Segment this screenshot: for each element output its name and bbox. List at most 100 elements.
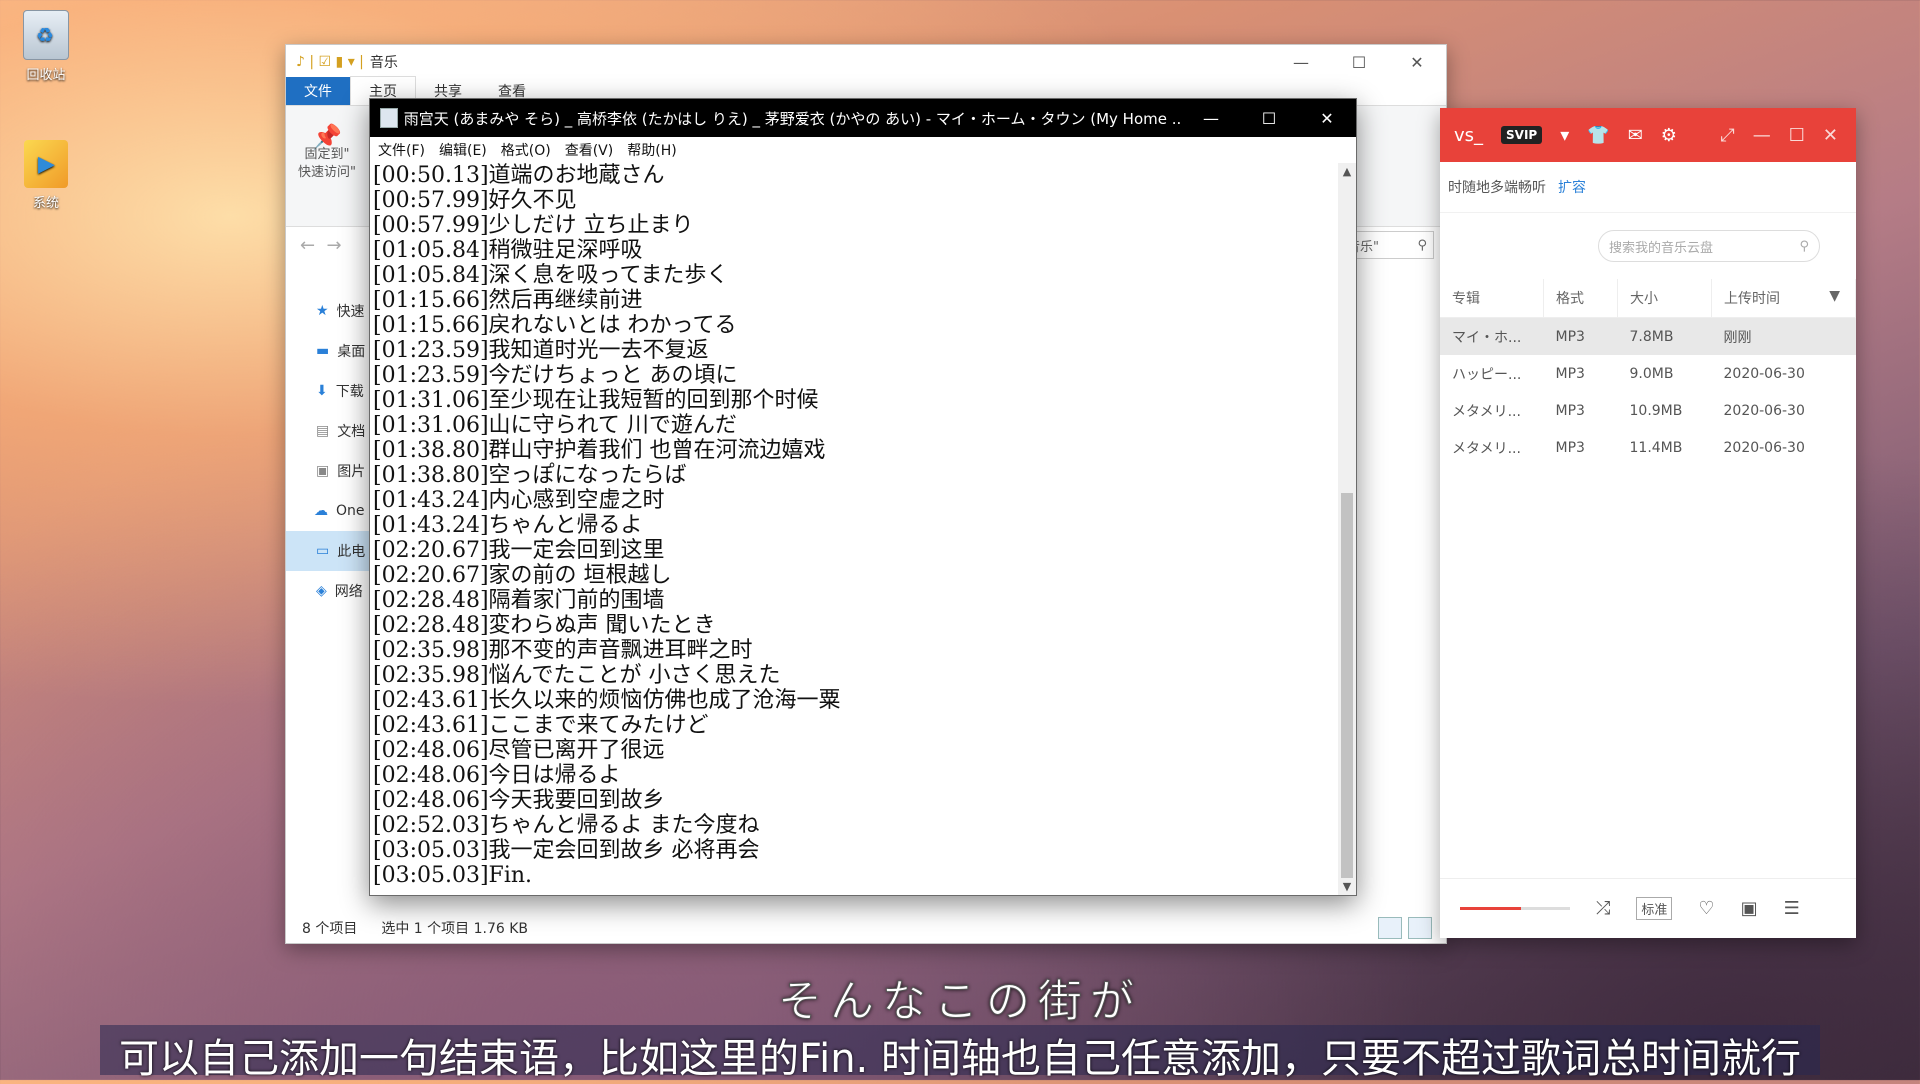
scrollbar-thumb[interactable] <box>1341 493 1353 878</box>
close-button[interactable]: ✕ <box>1298 109 1356 128</box>
menu-help[interactable]: 帮助(H) <box>627 140 676 160</box>
cell-size: 11.4MB <box>1629 439 1683 456</box>
quality-button[interactable]: 标准 <box>1636 897 1673 920</box>
mini-mode-icon[interactable]: ⤢ <box>1720 125 1734 146</box>
details-view-button[interactable] <box>1378 917 1402 939</box>
text-line: [01:31.06]山に守られて 川で遊んだ <box>373 413 737 438</box>
text-line: [01:15.66]然后再继续前进 <box>373 288 643 313</box>
recycle-bin-icon <box>23 10 69 60</box>
text-line: [00:50.13]道端のお地蔵さん <box>373 163 665 188</box>
cell-time: 2020-06-30 <box>1723 439 1805 456</box>
menu-edit[interactable]: 编辑(E) <box>439 140 487 160</box>
column-upload-time[interactable]: 上传时间 ▼ <box>1711 279 1856 318</box>
lyrics-icon[interactable]: ▣ <box>1741 898 1758 919</box>
cell-size: 9.0MB <box>1629 365 1674 382</box>
maximize-button[interactable]: ☐ <box>1240 109 1298 128</box>
table-row[interactable]: メタメリ... MP3 11.4MB 2020-06-30 <box>1440 429 1856 466</box>
sidebar-label: 快速 <box>336 304 365 320</box>
tshirt-icon[interactable]: 👕 <box>1587 125 1609 146</box>
cell-album: メタメリ... <box>1452 403 1521 420</box>
mail-icon[interactable]: ✉ <box>1628 125 1643 146</box>
search-icon: ⚲ <box>1799 238 1809 254</box>
music-app-window: vs_ SVIP ▾ 👕 ✉ ⚙ ⤢ — ☐ ✕ 时随地多端畅听 扩容 搜索我的… <box>1440 108 1856 938</box>
sidebar-label: 图片 <box>337 464 366 480</box>
text-line: [00:57.99]少しだけ 立ち止まり <box>373 213 694 238</box>
sidebar-label: 网络 <box>334 584 363 600</box>
cell-format: MP3 <box>1555 439 1585 456</box>
storage-note-text: 时随地多端畅听 <box>1448 180 1546 196</box>
minimize-button[interactable]: — <box>1182 109 1240 128</box>
menu-file[interactable]: 文件(F) <box>378 140 425 160</box>
desktop-icon-label: 回收站 <box>26 68 66 83</box>
cell-format: MP3 <box>1555 402 1585 419</box>
storage-note: 时随地多端畅听 扩容 <box>1440 162 1856 213</box>
vertical-scrollbar[interactable]: ▲ ▼ <box>1338 163 1356 895</box>
text-line: [02:35.98]那不变的声音飘进耳畔之时 <box>373 638 753 663</box>
gear-icon[interactable]: ⚙ <box>1661 125 1677 146</box>
text-line: [01:38.80]空っぽになったらば <box>373 463 687 488</box>
cell-time: 刚刚 <box>1711 317 1856 355</box>
cell-size: 7.8MB <box>1617 317 1712 355</box>
sidebar-label: 文档 <box>337 424 366 440</box>
account-name[interactable]: vs_ <box>1454 125 1483 146</box>
table-row[interactable]: メタメリ... MP3 10.9MB 2020-06-30 <box>1440 392 1856 429</box>
status-bar: 8 个项目 选中 1 个项目 1.76 KB <box>286 913 1446 943</box>
text-line: [01:23.59]今だけちょっと あの頃に <box>373 363 738 388</box>
computer-icon: ▭ <box>316 543 330 559</box>
back-arrow-icon[interactable]: ← <box>300 235 315 256</box>
cell-album: マイ・ホ... <box>1440 317 1544 355</box>
cell-album: ハッピー... <box>1452 366 1522 383</box>
desktop-icon-system[interactable]: 系统 <box>6 140 86 211</box>
text-line: [02:35.98]悩んでたことが 小さく思えた <box>373 663 781 688</box>
forward-arrow-icon[interactable]: → <box>327 235 342 256</box>
effects-icon[interactable]: ♡ <box>1698 898 1714 919</box>
text-line: [02:20.67]家の前の 垣根越し <box>373 563 672 588</box>
chevron-down-icon[interactable]: ▾ <box>1560 125 1569 146</box>
menu-format[interactable]: 格式(O) <box>501 140 551 160</box>
sort-down-icon[interactable]: ▼ <box>1829 288 1840 304</box>
sidebar-label: 桌面 <box>337 344 366 360</box>
cell-size: 10.9MB <box>1629 402 1683 419</box>
large-icons-view-button[interactable] <box>1408 917 1432 939</box>
pin-label-2: 快速访问" <box>298 165 356 180</box>
text-line: [01:43.24]内心感到空虚之时 <box>373 488 665 513</box>
minimize-icon[interactable]: — <box>1753 125 1771 146</box>
text-line: [01:05.84]深く息を吸ってまた歩く <box>373 263 729 288</box>
desktop-icon-recycle-bin[interactable]: 回收站 <box>6 10 86 83</box>
maximize-button[interactable]: ☐ <box>1330 53 1388 72</box>
scroll-down-arrow-icon[interactable]: ▼ <box>1338 880 1356 893</box>
column-album[interactable]: 专辑 <box>1440 279 1544 318</box>
explorer-titlebar: ♪ | ☑ ▮ ▾ | 音乐 — ☐ ✕ <box>286 45 1446 79</box>
text-line: [02:52.03]ちゃんと帰るよ また今度ね <box>373 813 760 838</box>
maximize-icon[interactable]: ☐ <box>1789 125 1805 146</box>
table-row[interactable]: ハッピー... MP3 9.0MB 2020-06-30 <box>1440 355 1856 392</box>
minimize-button[interactable]: — <box>1272 53 1330 72</box>
desktop-icon: ▬ <box>316 343 330 359</box>
volume-fill <box>1460 907 1521 910</box>
pin-to-quick-access-button[interactable]: 📌 固定到" 快速访问" <box>294 123 360 182</box>
cloud-search-input[interactable]: 搜索我的音乐云盘 ⚲ <box>1598 230 1820 262</box>
volume-slider[interactable] <box>1460 907 1570 910</box>
notepad-icon <box>380 108 398 128</box>
text-line: [01:23.59]我知道时光一去不复返 <box>373 338 709 363</box>
close-icon[interactable]: ✕ <box>1823 125 1838 146</box>
text-line: [02:48.06]尽管已离开了很远 <box>373 738 665 763</box>
scroll-up-arrow-icon[interactable]: ▲ <box>1338 165 1356 178</box>
playlist-icon[interactable]: ☰ <box>1784 898 1800 919</box>
column-format[interactable]: 格式 <box>1543 279 1618 318</box>
shuffle-icon[interactable]: ⤮ <box>1596 898 1610 919</box>
text-line: [02:43.61]ここまで来てみたけど <box>373 713 709 738</box>
expand-storage-link[interactable]: 扩容 <box>1558 177 1586 197</box>
close-button[interactable]: ✕ <box>1388 53 1446 72</box>
text-editor-area[interactable]: [00:50.13]道端のお地蔵さん [00:57.99]好久不见 [00:57.9… <box>370 163 1336 895</box>
table-row[interactable]: マイ・ホ... MP3 7.8MB 刚刚 <box>1440 317 1856 355</box>
tab-file[interactable]: 文件 <box>286 77 350 105</box>
star-icon: ★ <box>316 303 329 319</box>
pin-icon: 📌 <box>312 123 342 151</box>
menu-view[interactable]: 查看(V) <box>565 140 614 160</box>
text-line: [01:31.06]至少现在让我短暂的回到那个时候 <box>373 388 819 413</box>
notepad-titlebar: 雨宫天 (あまみや そら) _ 高桥李依 (たかはし りえ) _ 茅野爱衣 (か… <box>370 99 1356 137</box>
cell-time: 2020-06-30 <box>1723 402 1805 419</box>
column-size[interactable]: 大小 <box>1617 279 1712 318</box>
cloud-search-row: 搜索我的音乐云盘 ⚲ <box>1440 213 1856 279</box>
